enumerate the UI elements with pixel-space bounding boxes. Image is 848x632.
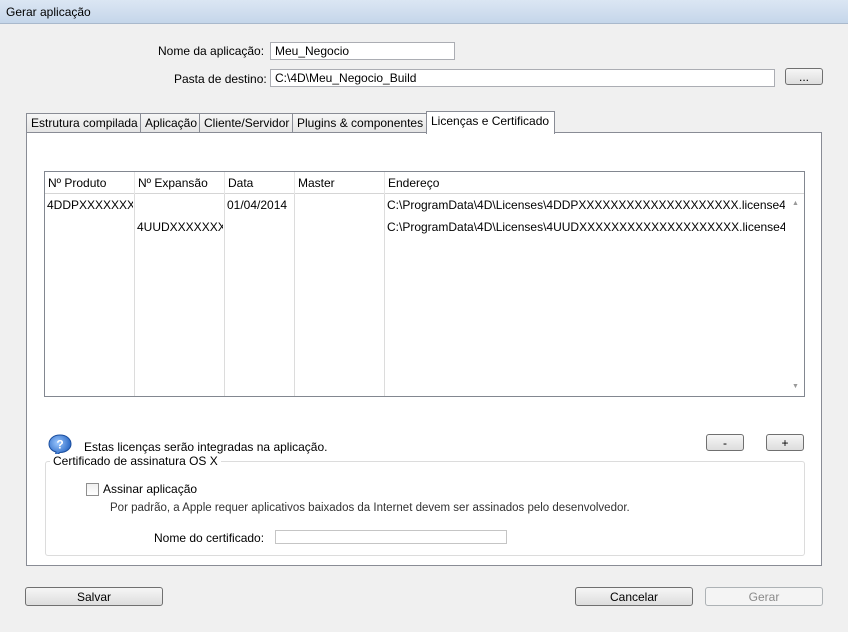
remove-license-button[interactable]: - [706, 434, 744, 451]
column-divider [384, 194, 385, 396]
column-divider [294, 194, 295, 396]
column-divider [134, 194, 135, 396]
save-button[interactable]: Salvar [25, 587, 163, 606]
scroll-down-icon[interactable]: ▼ [792, 383, 799, 390]
column-header-master[interactable]: Master [295, 172, 385, 194]
cell-date: 01/04/2014 [227, 198, 288, 212]
column-header-address[interactable]: Endereço [385, 172, 787, 194]
dest-folder-label: Pasta de destino: [174, 72, 267, 86]
licenses-table[interactable]: Nº Produto Nº Expansão Data Master Ender… [44, 171, 805, 397]
licenses-panel: Nº Produto Nº Expansão Data Master Ender… [26, 132, 822, 566]
cell-address: C:\ProgramData\4D\Licenses\4UUDXXXXXXXXX… [387, 220, 785, 234]
tab-application[interactable]: Aplicação [140, 113, 200, 134]
app-name-input[interactable] [270, 42, 455, 60]
cell-address: C:\ProgramData\4D\Licenses\4DDPXXXXXXXXX… [387, 198, 785, 212]
column-header-product[interactable]: Nº Produto [45, 172, 135, 194]
cert-name-input[interactable] [275, 530, 507, 544]
svg-text:?: ? [56, 438, 63, 452]
certificate-group: Certificado de assinatura OS X Assinar a… [45, 454, 805, 556]
table-scrollbar[interactable]: ▲ ▼ [787, 194, 804, 396]
tab-licenses-certificate[interactable]: Licenças e Certificado [426, 111, 555, 134]
tab-plugins-components[interactable]: Plugins & componentes [292, 113, 427, 134]
column-header-date[interactable]: Data [225, 172, 295, 194]
column-header-expansion[interactable]: Nº Expansão [135, 172, 225, 194]
table-header: Nº Produto Nº Expansão Data Master Ender… [45, 172, 804, 194]
certificate-group-title: Certificado de assinatura OS X [50, 454, 221, 468]
sign-app-checkbox[interactable] [86, 483, 99, 496]
add-license-button[interactable]: + [766, 434, 804, 451]
cell-product: 4DDPXXXXXXX... [47, 198, 133, 212]
tab-client-server[interactable]: Cliente/Servidor [199, 113, 293, 134]
title-bar: Gerar aplicação [0, 0, 848, 24]
window-title: Gerar aplicação [6, 5, 91, 19]
scroll-up-icon[interactable]: ▲ [792, 200, 799, 207]
sign-app-label[interactable]: Assinar aplicação [103, 482, 197, 496]
dest-folder-input[interactable] [270, 69, 775, 87]
tab-compiled-structure[interactable]: Estrutura compilada [26, 113, 141, 134]
cert-name-label: Nome do certificado: [154, 531, 265, 545]
licenses-info-text: Estas licenças serão integradas na aplic… [84, 440, 328, 454]
cell-expansion: 4UUDXXXXXXX... [137, 220, 223, 234]
build-application-dialog: Nome da aplicação: Pasta de destino: ...… [4, 28, 844, 628]
cancel-button[interactable]: Cancelar [575, 587, 693, 606]
browse-button[interactable]: ... [785, 68, 823, 85]
column-divider [224, 194, 225, 396]
app-name-label: Nome da aplicação: [158, 44, 265, 58]
sign-app-note: Por padrão, a Apple requer aplicativos b… [110, 502, 630, 514]
build-button[interactable]: Gerar [705, 587, 823, 606]
